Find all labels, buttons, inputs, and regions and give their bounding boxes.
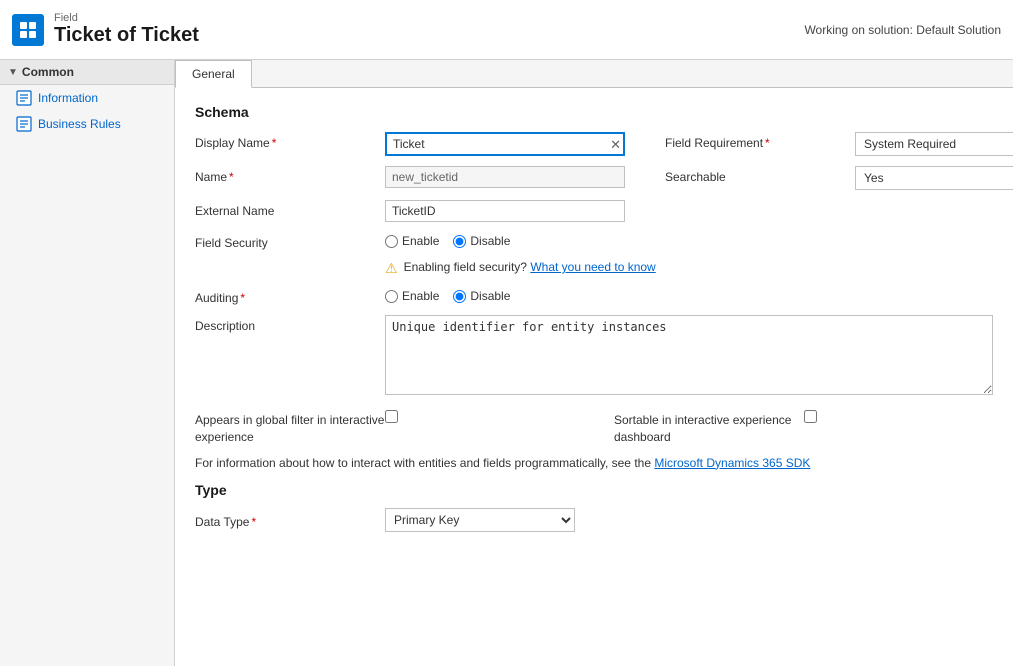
field-requirement-control: System Required Business Required Busine… (855, 132, 1013, 156)
page-title: Ticket of Ticket (54, 24, 199, 47)
description-textarea[interactable]: Unique identifier for entity instances (385, 315, 993, 395)
auditing-disable-option[interactable]: Disable (453, 289, 510, 303)
description-label: Description (195, 315, 385, 333)
sidebar-item-information[interactable]: Information (0, 85, 174, 111)
description-control: Unique identifier for entity instances (385, 315, 993, 398)
searchable-group: Searchable Yes No (665, 166, 1013, 190)
auditing-enable-label: Enable (402, 289, 439, 303)
display-name-row: Display Name* ✕ Field Requirement* (195, 132, 993, 156)
info-text-row: For information about how to interact wi… (195, 456, 993, 470)
name-control (385, 166, 625, 188)
collapse-icon: ▼ (8, 67, 18, 78)
main-layout: ▼ Common Information (0, 60, 1013, 666)
data-type-label: Data Type* (195, 511, 385, 529)
data-type-control: Primary Key Single Line of Text Multiple… (385, 508, 575, 532)
auditing-radio-group: Enable Disable (385, 287, 635, 303)
data-type-row: Data Type* Primary Key Single Line of Te… (195, 508, 993, 532)
field-security-control: Enable Disable (385, 232, 635, 248)
warning-icon: ⚠ (385, 260, 398, 277)
sidebar-item-business-rules[interactable]: Business Rules (0, 111, 174, 137)
checkbox-row: Appears in global filter in interactive … (195, 408, 993, 446)
form-area: Schema Display Name* ✕ (175, 88, 1013, 558)
auditing-row: Auditing* Enable Disable (195, 287, 993, 305)
auditing-control: Enable Disable (385, 287, 635, 303)
sidebar-section-label: Common (22, 65, 74, 79)
information-icon (16, 90, 32, 106)
header-left: Field Ticket of Ticket (12, 12, 199, 47)
header-subtitle: Field (54, 12, 199, 24)
display-name-input[interactable] (385, 132, 625, 156)
field-security-enable-radio[interactable] (385, 235, 398, 248)
name-input[interactable] (385, 166, 625, 188)
auditing-enable-radio[interactable] (385, 290, 398, 303)
sdk-link[interactable]: Microsoft Dynamics 365 SDK (654, 456, 810, 470)
field-security-label: Field Security (195, 232, 385, 250)
display-name-group: Display Name* ✕ (195, 132, 625, 156)
auditing-label: Auditing* (195, 287, 385, 305)
auditing-disable-radio[interactable] (453, 290, 466, 303)
external-name-row: External Name (195, 200, 993, 222)
data-type-select[interactable]: Primary Key Single Line of Text Multiple… (385, 508, 575, 532)
field-security-radio-group: Enable Disable (385, 232, 635, 248)
name-row: Name* Searchable Yes (195, 166, 993, 190)
business-rules-label: Business Rules (38, 117, 121, 131)
field-security-enable-label: Enable (402, 234, 439, 248)
name-group: Name* (195, 166, 625, 188)
external-name-input[interactable] (385, 200, 625, 222)
type-section-title: Type (195, 482, 993, 498)
app-icon (12, 14, 44, 46)
field-security-disable-radio[interactable] (453, 235, 466, 248)
sidebar-section-header: ▼ Common (0, 60, 174, 85)
auditing-enable-option[interactable]: Enable (385, 289, 439, 303)
field-requirement-label: Field Requirement* (665, 132, 855, 150)
content-area: General Schema Display Name* ✕ (175, 60, 1013, 666)
sortable-label: Sortable in interactive experience dashb… (614, 408, 804, 446)
appears-in-filter-group: Appears in global filter in interactive … (195, 408, 574, 446)
sidebar: ▼ Common Information (0, 60, 175, 666)
warning-text: Enabling field security? What you need t… (404, 260, 656, 274)
display-name-label: Display Name* (195, 132, 385, 150)
information-label: Information (38, 91, 98, 105)
external-name-label: External Name (195, 200, 385, 218)
business-rules-icon (16, 116, 32, 132)
external-name-control (385, 200, 635, 222)
field-security-enable-option[interactable]: Enable (385, 234, 439, 248)
display-name-input-wrapper: ✕ (385, 132, 625, 156)
appears-checkbox[interactable] (385, 410, 398, 423)
display-name-control: ✕ (385, 132, 625, 156)
field-requirement-select[interactable]: System Required Business Required Busine… (855, 132, 1013, 156)
field-security-disable-label: Disable (470, 234, 510, 248)
header-title-block: Field Ticket of Ticket (54, 12, 199, 47)
searchable-control: Yes No (855, 166, 1013, 190)
warning-link[interactable]: What you need to know (530, 260, 655, 274)
name-label: Name* (195, 166, 385, 184)
field-security-disable-option[interactable]: Disable (453, 234, 510, 248)
sortable-group: Sortable in interactive experience dashb… (614, 408, 993, 446)
schema-section-title: Schema (195, 104, 993, 120)
auditing-disable-label: Disable (470, 289, 510, 303)
field-security-warning: ⚠ Enabling field security? What you need… (385, 260, 993, 277)
searchable-select[interactable]: Yes No (855, 166, 1013, 190)
appears-label: Appears in global filter in interactive … (195, 408, 385, 446)
searchable-label: Searchable (665, 166, 855, 184)
top-header: Field Ticket of Ticket Working on soluti… (0, 0, 1013, 60)
sortable-checkbox[interactable] (804, 410, 817, 423)
field-security-row: Field Security Enable Disable (195, 232, 993, 250)
field-requirement-group: Field Requirement* System Required Busin… (665, 132, 1013, 156)
working-on-label: Working on solution: Default Solution (804, 23, 1001, 37)
tab-general[interactable]: General (175, 60, 252, 88)
display-name-clear-button[interactable]: ✕ (610, 138, 621, 151)
description-row: Description Unique identifier for entity… (195, 315, 993, 398)
tab-bar: General (175, 60, 1013, 88)
